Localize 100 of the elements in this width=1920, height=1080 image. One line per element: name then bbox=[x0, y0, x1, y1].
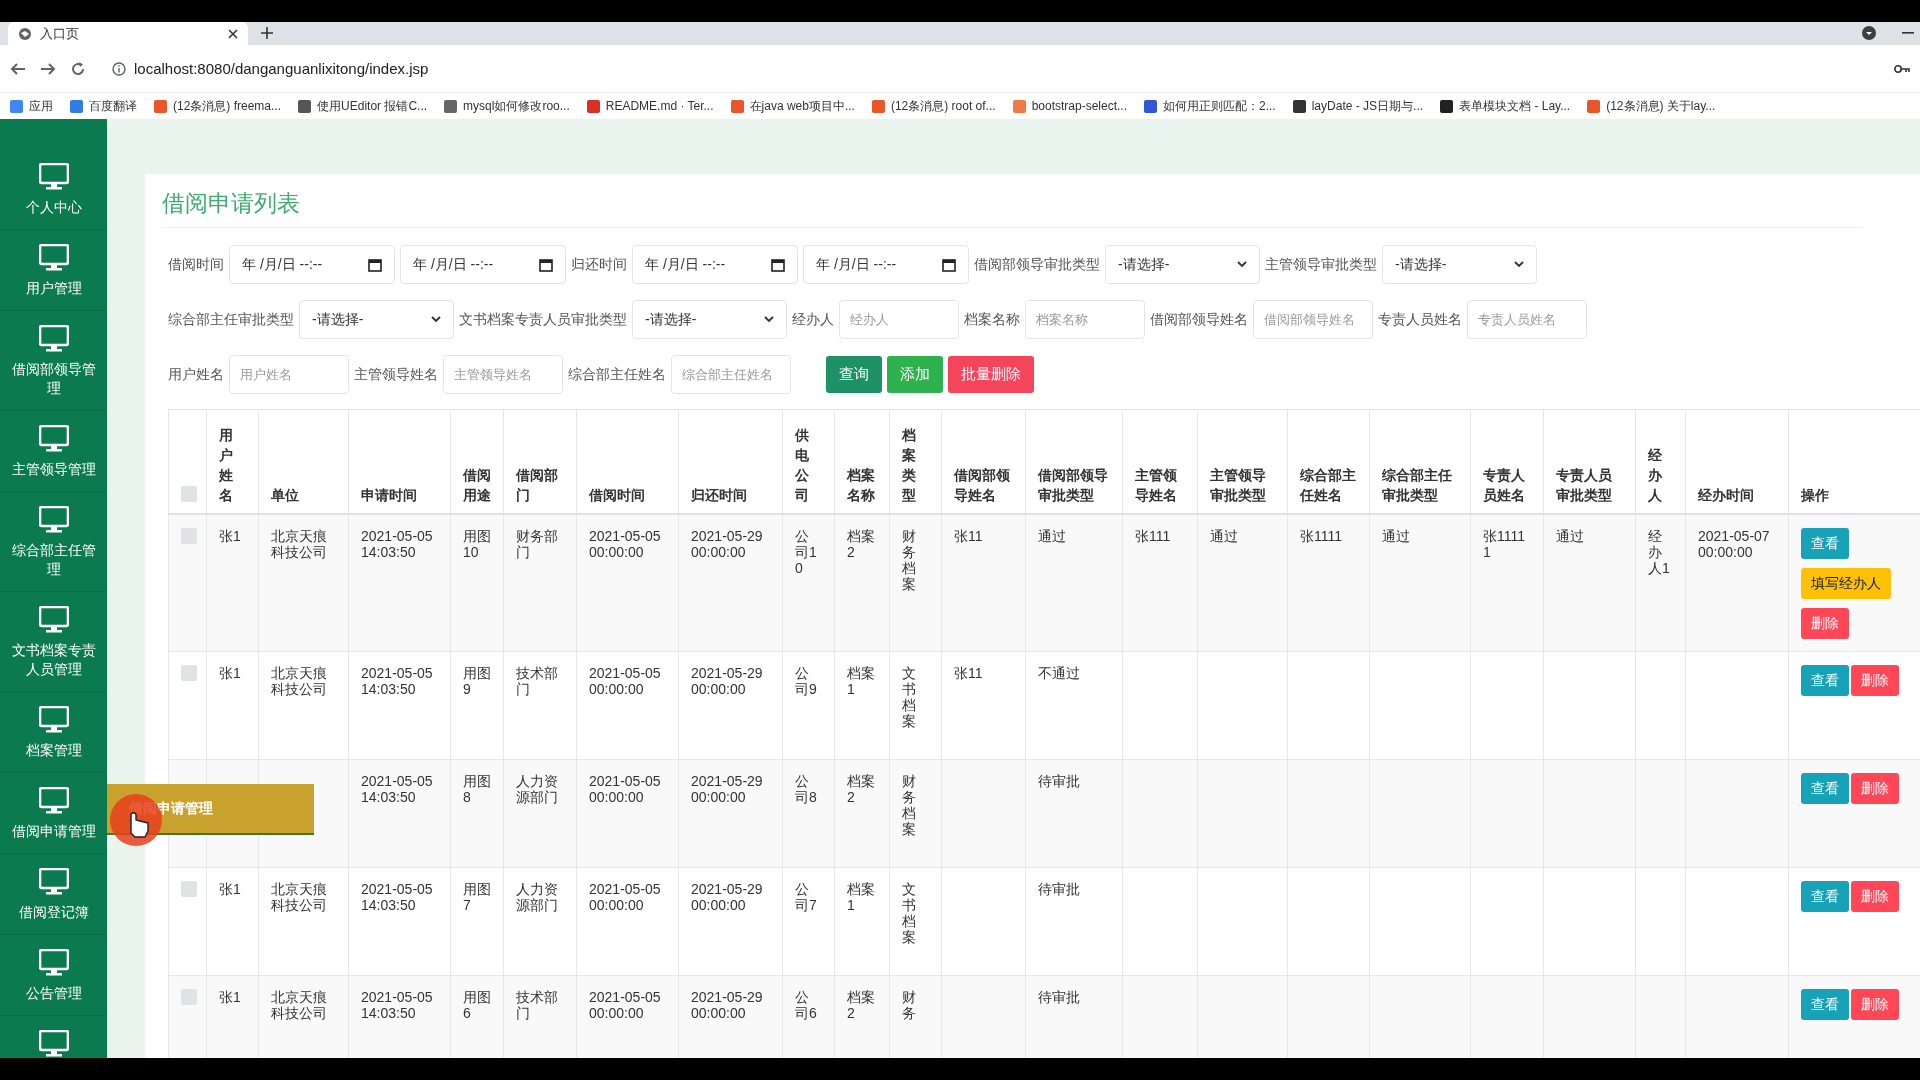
table-cell: 用图8 bbox=[450, 759, 504, 868]
table-cell: 2021-05-05 00:00:00 bbox=[576, 975, 679, 1058]
text-field[interactable]: 用户姓名 bbox=[229, 355, 349, 394]
bookmark[interactable]: bootstrap-select... bbox=[1012, 99, 1127, 113]
view-button[interactable]: 查看 bbox=[1801, 773, 1849, 804]
bookmark[interactable]: 表单模块文档 - Lay... bbox=[1440, 97, 1571, 115]
delete-button[interactable]: 删除 bbox=[1851, 881, 1899, 912]
delete-button[interactable]: 删除 bbox=[1851, 989, 1899, 1020]
table-cell: 通过 bbox=[1025, 514, 1123, 652]
text-field[interactable]: 档案名称 bbox=[1025, 300, 1145, 339]
table-cell: 档案2 bbox=[834, 759, 890, 868]
table-cell: 财务 bbox=[889, 975, 942, 1058]
table-cell: 2021-05-05 14:03:50 bbox=[348, 867, 451, 976]
date-field[interactable]: 年 /月/日 --:-- bbox=[229, 245, 395, 284]
table-cell: 公司8 bbox=[782, 759, 835, 868]
bookmark[interactable]: (12条消息) freema... bbox=[154, 97, 282, 115]
delete-button[interactable]: 删除 bbox=[1801, 608, 1849, 639]
checkbox[interactable] bbox=[181, 881, 197, 897]
monitor-icon bbox=[38, 325, 69, 352]
monitor-icon bbox=[38, 1030, 69, 1057]
close-icon bbox=[228, 28, 238, 39]
filter-label: 借阅部领导姓名 bbox=[1150, 310, 1248, 329]
table-cell: 2021-05-05 00:00:00 bbox=[576, 759, 679, 868]
view-button[interactable]: 查看 bbox=[1801, 665, 1849, 696]
add-button[interactable]: 添加 bbox=[887, 356, 943, 393]
bookmark[interactable]: 应用 bbox=[10, 97, 53, 115]
table-cell: 人力资源部门 bbox=[503, 867, 577, 976]
fill-button[interactable]: 填写经办人 bbox=[1801, 568, 1891, 599]
text-field[interactable]: 综合部主任姓名 bbox=[671, 355, 791, 394]
caret-icon bbox=[431, 316, 441, 323]
bookmark[interactable]: 在java web项目中... bbox=[730, 97, 855, 115]
table-cell: 文书档案 bbox=[889, 651, 942, 760]
bookmark[interactable]: mysql如何修改roo... bbox=[444, 97, 570, 115]
table-cell: 不通过 bbox=[1025, 651, 1123, 760]
filter-label: 综合部主任审批类型 bbox=[168, 310, 294, 329]
table-cell: 北京天痕科技公司 bbox=[258, 651, 349, 760]
bookmark[interactable]: 百度翻译 bbox=[70, 97, 137, 115]
checkbox[interactable] bbox=[181, 528, 197, 544]
bookmark[interactable]: (12条消息) 关于lay... bbox=[1587, 97, 1716, 115]
calendar-icon bbox=[942, 257, 956, 272]
table-cell: 文书档案 bbox=[889, 867, 942, 976]
bookmark[interactable]: (12条消息) root of... bbox=[871, 97, 996, 115]
page-title: 借阅申请列表 bbox=[162, 188, 1862, 228]
checkbox[interactable] bbox=[181, 486, 197, 502]
monitor-icon bbox=[38, 506, 69, 533]
date-field[interactable]: 年 /月/日 --:-- bbox=[632, 245, 798, 284]
calendar-icon bbox=[771, 257, 785, 272]
monitor-icon bbox=[38, 868, 69, 895]
monitor-icon bbox=[38, 706, 69, 733]
select-field[interactable]: -请选择- bbox=[299, 300, 454, 339]
select-field[interactable]: -请选择- bbox=[1382, 245, 1537, 284]
table-cell: 人力资源部门 bbox=[503, 759, 577, 868]
table-cell: 档案1 bbox=[834, 651, 890, 760]
bookmark[interactable]: README.md · Ter... bbox=[586, 99, 714, 113]
date-field[interactable]: 年 /月/日 --:-- bbox=[803, 245, 969, 284]
bookmark[interactable]: 如何用正则匹配：2... bbox=[1144, 97, 1276, 115]
table-cell: 2021-05-29 00:00:00 bbox=[678, 867, 783, 976]
table-cell: 张1 bbox=[206, 514, 259, 652]
caret-icon bbox=[1514, 261, 1524, 268]
table-cell: 通过 bbox=[1197, 514, 1288, 652]
table-cell: 公司9 bbox=[782, 651, 835, 760]
checkbox[interactable] bbox=[181, 665, 197, 681]
filter-label: 专责人员姓名 bbox=[1378, 310, 1462, 329]
bookmark[interactable]: layDate - JS日期与... bbox=[1292, 97, 1424, 115]
view-button[interactable]: 查看 bbox=[1801, 989, 1849, 1020]
table-cell: 技术部门 bbox=[503, 975, 577, 1058]
text-field[interactable]: 专责人员姓名 bbox=[1467, 300, 1587, 339]
browser-tab[interactable]: 入口页 bbox=[8, 22, 248, 45]
table-cell: 张1 bbox=[206, 651, 259, 760]
date-field[interactable]: 年 /月/日 --:-- bbox=[400, 245, 566, 284]
table-cell: 待审批 bbox=[1025, 975, 1123, 1058]
delete-button[interactable]: 删除 bbox=[1851, 773, 1899, 804]
text-field[interactable]: 借阅部领导姓名 bbox=[1253, 300, 1373, 339]
table-cell: 档案2 bbox=[834, 975, 890, 1058]
table-cell: 财务档案 bbox=[889, 514, 942, 652]
monitor-icon bbox=[38, 606, 69, 633]
table-cell: 档案2 bbox=[834, 514, 890, 652]
minimize-icon bbox=[1902, 31, 1914, 35]
text-field[interactable]: 主管领导姓名 bbox=[443, 355, 563, 394]
calendar-icon bbox=[539, 257, 553, 272]
filter-label: 综合部主任姓名 bbox=[568, 365, 666, 384]
table-cell: 2021-05-05 14:03:50 bbox=[348, 514, 451, 652]
table-cell: 通过 bbox=[1543, 514, 1636, 652]
table-cell: 2021-05-05 00:00:00 bbox=[576, 867, 679, 976]
bookmark[interactable]: 使用UEditor 报错C... bbox=[298, 97, 428, 115]
checkbox[interactable] bbox=[181, 989, 197, 1005]
dropdown-icon bbox=[1862, 26, 1876, 40]
filter-label: 档案名称 bbox=[964, 310, 1020, 329]
table-cell: 用图9 bbox=[450, 651, 504, 760]
text-field[interactable]: 经办人 bbox=[839, 300, 959, 339]
delete-button[interactable]: 删除 bbox=[1851, 665, 1899, 696]
select-field[interactable]: -请选择- bbox=[632, 300, 787, 339]
address-field[interactable]: localhost:8080/danganguanlixitong/index.jsp bbox=[134, 60, 1880, 77]
delete-button[interactable]: 批量删除 bbox=[948, 356, 1034, 393]
select-field[interactable]: -请选择- bbox=[1105, 245, 1260, 284]
query-button[interactable]: 查询 bbox=[826, 356, 882, 393]
table-cell: 2021-05-29 00:00:00 bbox=[678, 759, 783, 868]
view-button[interactable]: 查看 bbox=[1801, 881, 1849, 912]
table-cell: 2021-05-05 14:03:50 bbox=[348, 651, 451, 760]
view-button[interactable]: 查看 bbox=[1801, 528, 1849, 559]
